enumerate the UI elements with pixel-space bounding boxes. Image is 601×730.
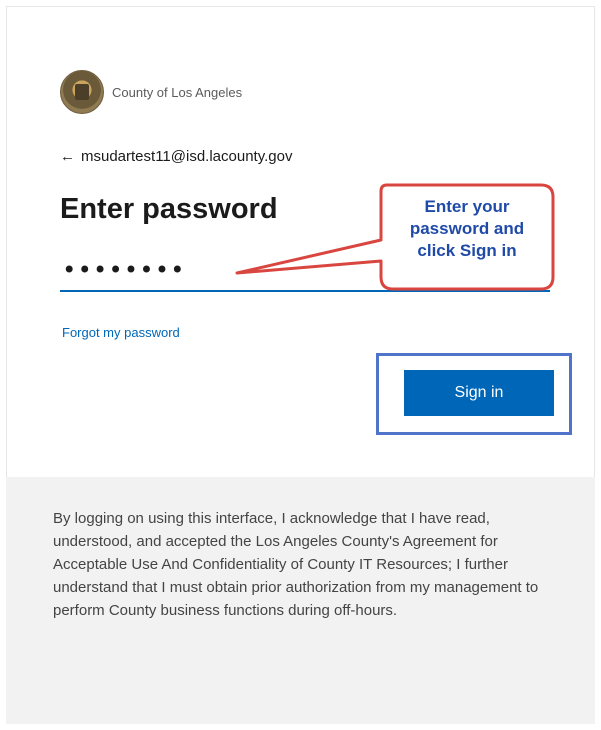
legal-footer: By logging on using this interface, I ac… bbox=[6, 477, 595, 724]
branding-row: County of Los Angeles bbox=[60, 70, 242, 114]
sign-in-button[interactable]: Sign in bbox=[404, 370, 554, 416]
page: County of Los Angeles ← msudartest11@isd… bbox=[0, 0, 601, 730]
account-email: msudartest11@isd.lacounty.gov bbox=[81, 148, 293, 165]
callout-text: Enter your password and click Sign in bbox=[391, 196, 543, 262]
page-title: Enter password bbox=[60, 193, 278, 225]
callout-line: Enter your bbox=[424, 197, 510, 216]
account-row: ← msudartest11@isd.lacounty.gov bbox=[60, 148, 292, 165]
back-arrow-icon[interactable]: ← bbox=[60, 148, 75, 165]
forgot-password-link[interactable]: Forgot my password bbox=[62, 325, 180, 340]
callout-line: password and bbox=[409, 219, 525, 238]
org-name: County of Los Angeles bbox=[112, 84, 243, 100]
callout-line: click Sign in bbox=[417, 241, 517, 260]
instruction-callout: Enter your password and click Sign in bbox=[235, 183, 555, 291]
county-seal-icon bbox=[60, 70, 104, 114]
legal-notice-text: By logging on using this interface, I ac… bbox=[53, 510, 539, 619]
